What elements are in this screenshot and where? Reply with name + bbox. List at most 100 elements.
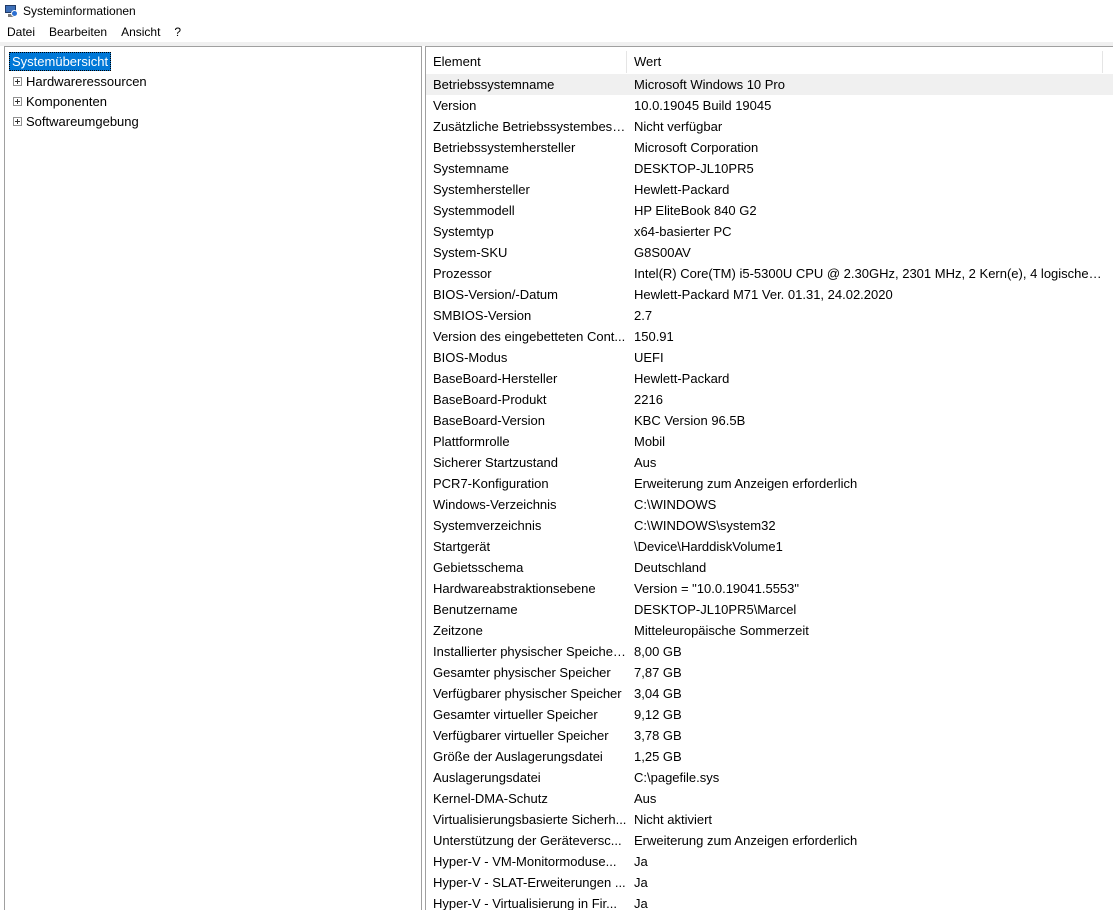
table-row[interactable]: BIOS-Modus UEFI [426, 347, 1113, 368]
cell-value: KBC Version 96.5B [634, 413, 746, 428]
expand-icon[interactable] [13, 76, 22, 86]
column-header-element[interactable]: Element [426, 51, 627, 73]
table-row[interactable]: System-SKU G8S00AV [426, 242, 1113, 263]
table-row[interactable]: Hyper-V - Virtualisierung in Fir... Ja [426, 893, 1113, 910]
table-row[interactable]: Verfügbarer virtueller Speicher 3,78 GB [426, 725, 1113, 746]
table-row[interactable]: Gebietsschema Deutschland [426, 557, 1113, 578]
table-row[interactable]: Gesamter virtueller Speicher 9,12 GB [426, 704, 1113, 725]
cell-value: 10.0.19045 Build 19045 [634, 98, 772, 113]
expand-icon[interactable] [13, 116, 22, 126]
cell-value: Erweiterung zum Anzeigen erforderlich [634, 476, 858, 491]
table-row[interactable]: Version des eingebetteten Cont... 150.91 [426, 326, 1113, 347]
cell-value: Ja [634, 875, 648, 890]
cell-value: Version = "10.0.19041.5553" [634, 581, 800, 596]
table-row[interactable]: BIOS-Version/-Datum Hewlett-Packard M71 V… [426, 284, 1113, 305]
cell-element: BaseBoard-Produkt [433, 392, 547, 407]
cell-value: Ja [634, 854, 648, 869]
cell-value: Ja [634, 896, 648, 910]
cell-element: Systemhersteller [433, 182, 530, 197]
table-row[interactable]: Installierter physischer Speicher... 8,00… [426, 641, 1113, 662]
cell-value: 3,78 GB [634, 728, 682, 743]
cell-element: Auslagerungsdatei [433, 770, 541, 785]
cell-element: Startgerät [433, 539, 491, 554]
tree-item-systemuebersicht[interactable]: Systemübersicht [9, 51, 112, 71]
cell-value: 3,04 GB [634, 686, 682, 701]
table-row[interactable]: Systemtyp x64-basierter PC [426, 221, 1113, 242]
table-row[interactable]: Unterstützung der Geräteversc... Erweiter… [426, 830, 1113, 851]
table-row[interactable]: Systemhersteller Hewlett-Packard [426, 179, 1113, 200]
cell-value: Mobil [634, 434, 666, 449]
table-row[interactable]: Auslagerungsdatei C:\pagefile.sys [426, 767, 1113, 788]
cell-value: Microsoft Windows 10 Pro [634, 77, 785, 92]
tree-item-hardwareressourcen[interactable]: Hardwareressourcen [13, 71, 147, 91]
menu-datei[interactable]: Datei [0, 22, 42, 42]
cell-element: BaseBoard-Version [433, 413, 546, 428]
category-tree[interactable]: Systemübersicht Hardwareressourcen Kompo… [4, 46, 422, 910]
cell-value: Deutschland [634, 560, 707, 575]
cell-element: Hyper-V - SLAT-Erweiterungen ... [433, 875, 626, 890]
column-header-wert[interactable]: Wert [627, 51, 1103, 73]
table-row[interactable]: BaseBoard-Version KBC Version 96.5B [426, 410, 1113, 431]
table-row[interactable]: PCR7-Konfiguration Erweiterung zum Anzeig… [426, 473, 1113, 494]
table-row[interactable]: Systemverzeichnis C:\WINDOWS\system32 [426, 515, 1113, 536]
tree-item-softwareumgebung[interactable]: Softwareumgebung [13, 111, 139, 131]
table-row[interactable]: Startgerät \Device\HarddiskVolume1 [426, 536, 1113, 557]
cell-element: Installierter physischer Speicher... [433, 644, 627, 659]
table-row[interactable]: Kernel-DMA-Schutz Aus [426, 788, 1113, 809]
table-row[interactable]: Hardwareabstraktionsebene Version = "10.0… [426, 578, 1113, 599]
table-row[interactable]: Hyper-V - VM-Monitormoduse... Ja [426, 851, 1113, 872]
table-row[interactable]: Verfügbarer physischer Speicher 3,04 GB [426, 683, 1113, 704]
cell-value: 8,00 GB [634, 644, 682, 659]
cell-element: Verfügbarer physischer Speicher [433, 686, 622, 701]
tree-item-komponenten[interactable]: Komponenten [13, 91, 107, 111]
cell-element: Plattformrolle [433, 434, 510, 449]
cell-element: System-SKU [433, 245, 508, 260]
table-row[interactable]: Gesamter physischer Speicher 7,87 GB [426, 662, 1113, 683]
cell-value: 9,12 GB [634, 707, 682, 722]
table-row[interactable]: Zusätzliche Betriebssystembesch... Nicht … [426, 116, 1113, 137]
cell-value: Hewlett-Packard M71 Ver. 01.31, 24.02.20… [634, 287, 893, 302]
cell-element: PCR7-Konfiguration [433, 476, 549, 491]
expand-icon[interactable] [13, 96, 22, 106]
menu-bearbeiten[interactable]: Bearbeiten [42, 22, 114, 42]
cell-element: Systemverzeichnis [433, 518, 542, 533]
table-row[interactable]: BaseBoard-Hersteller Hewlett-Packard [426, 368, 1113, 389]
table-row[interactable]: Betriebssystemhersteller Microsoft Corpor… [426, 137, 1113, 158]
cell-element: BIOS-Modus [433, 350, 508, 365]
menu-help[interactable]: ? [167, 22, 188, 42]
cell-element: Verfügbarer virtueller Speicher [433, 728, 609, 743]
details-list[interactable]: Element Wert Betriebssystemname Microsoft… [425, 46, 1113, 910]
table-row[interactable]: Betriebssystemname Microsoft Windows 10 P… [426, 74, 1113, 95]
cell-value: 7,87 GB [634, 665, 682, 680]
table-row[interactable]: Version 10.0.19045 Build 19045 [426, 95, 1113, 116]
table-row[interactable]: Hyper-V - SLAT-Erweiterungen ... Ja [426, 872, 1113, 893]
cell-value: Aus [634, 455, 657, 470]
cell-element: Gesamter physischer Speicher [433, 665, 611, 680]
table-row[interactable]: Systemname DESKTOP-JL10PR5 [426, 158, 1113, 179]
table-row[interactable]: Systemmodell HP EliteBook 840 G2 [426, 200, 1113, 221]
cell-element: Zusätzliche Betriebssystembesch... [433, 119, 627, 134]
cell-element: Zeitzone [433, 623, 483, 638]
table-row[interactable]: SMBIOS-Version 2.7 [426, 305, 1113, 326]
cell-value: C:\WINDOWS [634, 497, 717, 512]
cell-value: Erweiterung zum Anzeigen erforderlich [634, 833, 858, 848]
cell-element: Benutzername [433, 602, 518, 617]
cell-element: Version [433, 98, 477, 113]
window-title: Systeminformationen [23, 4, 136, 18]
table-row[interactable]: Virtualisierungsbasierte Sicherh... Nicht… [426, 809, 1113, 830]
cell-value: DESKTOP-JL10PR5 [634, 161, 754, 176]
table-row[interactable]: Zeitzone Mitteleuropäische Sommerzeit [426, 620, 1113, 641]
menu-ansicht[interactable]: Ansicht [114, 22, 167, 42]
table-row[interactable]: BaseBoard-Produkt 2216 [426, 389, 1113, 410]
cell-value: C:\pagefile.sys [634, 770, 720, 785]
table-row[interactable]: Größe der Auslagerungsdatei 1,25 GB [426, 746, 1113, 767]
tree-item-label: Systemübersicht [9, 51, 112, 71]
table-row[interactable]: Sicherer Startzustand Aus [426, 452, 1113, 473]
cell-value: Mitteleuropäische Sommerzeit [634, 623, 809, 638]
cell-value: 1,25 GB [634, 749, 682, 764]
table-row[interactable]: Windows-Verzeichnis C:\WINDOWS [426, 494, 1113, 515]
cell-value: G8S00AV [634, 245, 691, 260]
table-row[interactable]: Benutzername DESKTOP-JL10PR5\Marcel [426, 599, 1113, 620]
table-row[interactable]: Plattformrolle Mobil [426, 431, 1113, 452]
table-row[interactable]: Prozessor Intel(R) Core(TM) i5-5300U CPU … [426, 263, 1113, 284]
